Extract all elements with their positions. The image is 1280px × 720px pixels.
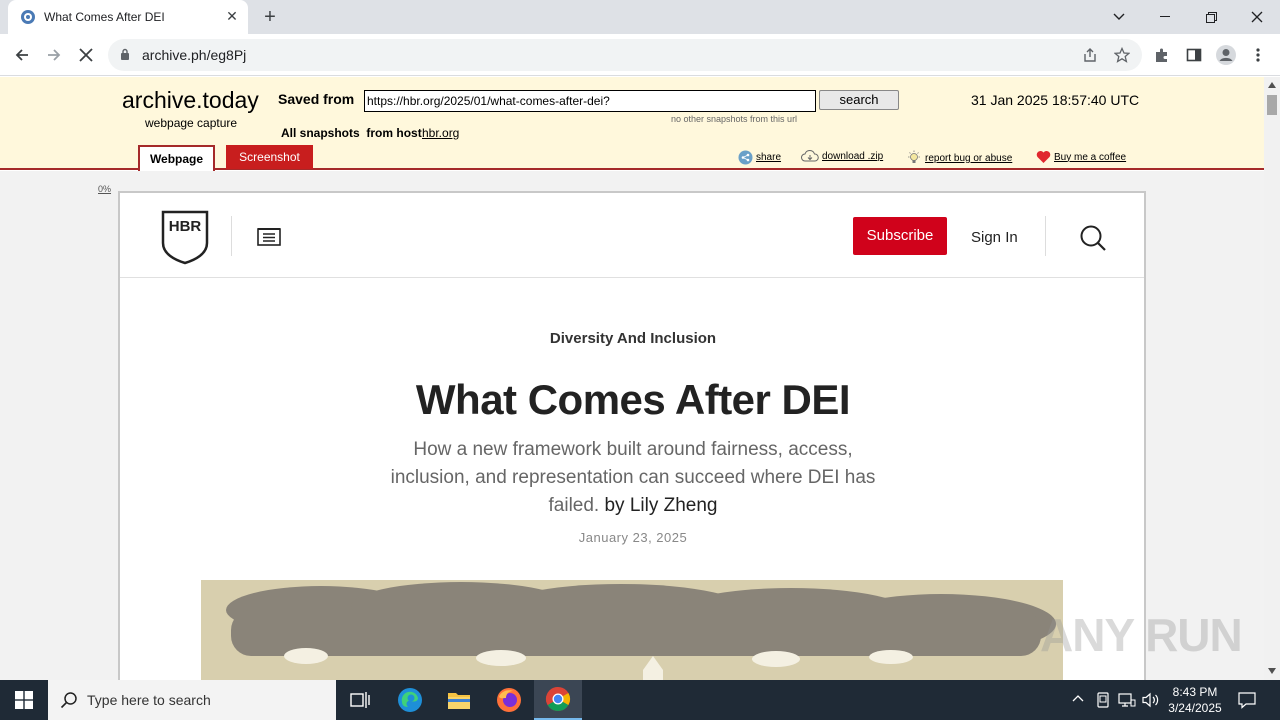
hero-illustration	[201, 580, 1063, 680]
task-view-icon	[350, 692, 370, 708]
subscribe-button[interactable]: Subscribe	[853, 217, 947, 255]
article-kicker[interactable]: Diversity And Inclusion	[120, 330, 1144, 347]
all-snapshots-text: All snapshots	[281, 126, 360, 140]
download-label: download .zip	[822, 150, 884, 162]
zoom-percent-link[interactable]: 0%	[98, 184, 111, 194]
share-label: share	[756, 152, 782, 163]
scroll-down-icon[interactable]	[1268, 668, 1276, 674]
capture-datetime: 31 Jan 2025 18:57:40 UTC	[971, 92, 1140, 108]
device-icon[interactable]	[1096, 692, 1110, 708]
byline[interactable]: by Lily Zheng	[604, 495, 717, 516]
search-icon	[60, 692, 77, 709]
taskbar-search-box[interactable]: Type here to search	[48, 680, 336, 720]
task-view-button[interactable]	[336, 680, 384, 720]
tab-strip: What Comes After DEI ✕ +	[0, 0, 1280, 34]
edge-icon	[398, 688, 422, 712]
saved-url-input[interactable]: https://hbr.org/2025/01/what-comes-after…	[364, 90, 816, 112]
firefox-icon	[497, 688, 521, 712]
chrome-icon	[545, 687, 571, 712]
heart-icon	[1036, 151, 1051, 163]
archive-favicon-icon	[21, 10, 35, 24]
firefox-taskbar-button[interactable]	[485, 680, 533, 720]
folder-icon	[448, 693, 470, 709]
search-icon[interactable]	[1079, 224, 1107, 252]
edge-taskbar-button[interactable]	[386, 680, 434, 720]
share-page-icon[interactable]	[1077, 42, 1103, 68]
taskbar-clock[interactable]: 8:43 PM 3/24/2025	[1166, 684, 1224, 716]
cloud-download-icon	[801, 150, 819, 162]
notification-icon[interactable]	[1238, 691, 1256, 709]
close-window-button[interactable]	[1234, 0, 1280, 34]
chrome-taskbar-button[interactable]	[534, 680, 582, 720]
browser-toolbar: archive.ph/eg8Pj	[0, 34, 1280, 76]
start-button[interactable]	[0, 680, 48, 720]
hbr-logo-icon[interactable]: HBR	[161, 210, 209, 265]
hbr-page: HBR Subscribe Sign In Diversity And Incl…	[118, 191, 1146, 680]
hbr-logo-text: HBR	[169, 218, 202, 235]
all-snapshots-label: All snapshots from host	[281, 126, 422, 140]
archive-header: archive.today webpage capture Saved from…	[0, 77, 1264, 171]
minimize-button[interactable]	[1142, 0, 1188, 34]
profile-avatar-icon[interactable]	[1213, 42, 1239, 68]
nav-divider	[231, 216, 232, 256]
volume-icon[interactable]	[1142, 692, 1160, 708]
taskbar-search-placeholder: Type here to search	[87, 692, 211, 708]
tab-webpage[interactable]: Webpage	[138, 145, 215, 171]
article-headline: What Comes After DEI	[415, 376, 851, 423]
scroll-up-icon[interactable]	[1268, 82, 1276, 88]
tab-screenshot[interactable]: Screenshot	[226, 145, 313, 169]
download-zip-link[interactable]: download .zip	[801, 150, 883, 162]
back-icon[interactable]	[9, 42, 35, 68]
anyrun-watermark: ANY RUN	[1040, 609, 1243, 661]
sign-in-link[interactable]: Sign In	[971, 229, 1018, 246]
clock-date: 3/24/2025	[1168, 701, 1222, 715]
new-tab-button[interactable]: +	[258, 5, 282, 29]
article-dek: How a new framework built around fairnes…	[378, 436, 888, 520]
report-bug-link[interactable]: report bug or abuse	[906, 150, 1012, 166]
scroll-thumb[interactable]	[1267, 95, 1277, 115]
share-link[interactable]: share	[738, 150, 781, 165]
stop-loading-icon[interactable]	[73, 42, 99, 68]
url-text: archive.ph/eg8Pj	[142, 47, 247, 63]
from-host-text: from host	[366, 126, 422, 140]
search-button[interactable]: search	[819, 90, 899, 110]
buy-coffee-link[interactable]: Buy me a coffee	[1036, 150, 1126, 164]
browser-tab[interactable]: What Comes After DEI ✕	[8, 0, 248, 34]
lightbulb-icon	[908, 150, 920, 163]
archive-logo[interactable]: archive.today	[122, 87, 259, 114]
hbr-navbar: HBR Subscribe Sign In	[120, 193, 1144, 278]
coffee-label: Buy me a coffee	[1054, 151, 1127, 163]
lock-icon	[121, 48, 129, 60]
tab-search-icon[interactable]	[1096, 0, 1142, 34]
clock-time: 8:43 PM	[1172, 685, 1218, 699]
windows-logo-icon	[15, 691, 33, 709]
saved-from-label: Saved from	[278, 91, 355, 107]
report-label: report bug or abuse	[925, 152, 1013, 164]
restore-button[interactable]	[1188, 0, 1234, 34]
forward-icon[interactable]	[41, 42, 67, 68]
no-snapshots-note: no other snapshots from this url	[671, 114, 798, 124]
windows-taskbar: Type here to search 8:43 PM 3/24/2025	[0, 680, 1280, 720]
share-icon	[738, 150, 753, 165]
cloud-illustration	[201, 580, 1063, 680]
show-hidden-icons-icon[interactable]	[1072, 694, 1084, 702]
network-icon[interactable]	[1118, 692, 1136, 708]
extensions-puzzle-icon[interactable]	[1149, 42, 1175, 68]
archive-logo-subtitle: webpage capture	[145, 116, 238, 130]
bookmark-star-icon[interactable]	[1109, 42, 1135, 68]
host-link[interactable]: hbr.org	[422, 126, 459, 140]
tab-close-icon[interactable]: ✕	[224, 8, 240, 24]
tab-title: What Comes After DEI	[44, 10, 165, 24]
address-bar[interactable]: archive.ph/eg8Pj	[108, 39, 1142, 71]
page-scrollbar[interactable]	[1264, 77, 1280, 680]
publish-date: January 23, 2025	[578, 530, 688, 545]
chrome-menu-icon[interactable]	[1245, 42, 1271, 68]
nav-divider	[1045, 216, 1046, 256]
menu-icon[interactable]	[257, 227, 281, 247]
side-panel-icon[interactable]	[1181, 42, 1207, 68]
file-explorer-taskbar-button[interactable]	[435, 680, 483, 720]
